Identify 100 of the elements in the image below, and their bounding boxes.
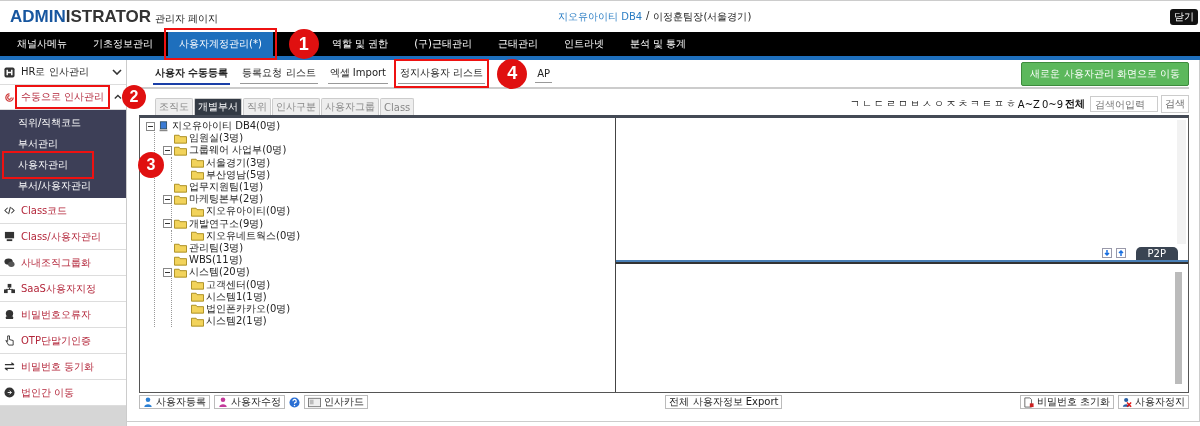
tree-node[interactable]: 고객센터(0명): [206, 278, 271, 291]
search-button[interactable]: 검색: [1161, 95, 1189, 113]
submenu-item[interactable]: 부서관리: [6, 133, 90, 154]
index-link[interactable]: ㅍ: [992, 97, 1005, 111]
export-button[interactable]: 전체 사용자정보 Export: [665, 395, 783, 409]
index-link[interactable]: ㄷ: [872, 97, 885, 111]
action-button[interactable]: 비밀번호 초기화: [1019, 395, 1114, 409]
tree-node[interactable]: 임원실(3명): [189, 132, 244, 145]
down-arrow-icon[interactable]: [1101, 248, 1112, 258]
index-link[interactable]: ㅈ: [944, 97, 957, 111]
callout-badge: 1: [288, 29, 319, 59]
tree-node[interactable]: 그룹웨어 사업부(0명): [189, 144, 287, 157]
index-link[interactable]: ㅇ: [932, 97, 945, 111]
index-link[interactable]: ㅅ: [920, 97, 933, 111]
user-icon: [218, 396, 228, 408]
sidebar-item[interactable]: 비밀번호 동기화: [19, 358, 97, 375]
tree-node[interactable]: 지오유아이티(0명): [206, 205, 291, 218]
index-link[interactable]: ㅌ: [980, 97, 993, 111]
collapse-icon[interactable]: [163, 194, 172, 204]
tree-node[interactable]: 개발연구소(9명): [189, 217, 264, 230]
sidebar-item[interactable]: HR로 인사관리: [19, 64, 91, 80]
view-tab[interactable]: 개별부서: [194, 98, 242, 115]
nav-tab[interactable]: 기초정보관리: [82, 32, 164, 56]
index-link[interactable]: 0~9: [1040, 98, 1064, 110]
pointing-hand-icon: [4, 335, 15, 346]
action-button[interactable]: 사용자등록: [139, 395, 210, 409]
index-link[interactable]: A~Z: [1016, 98, 1041, 110]
submenu-item[interactable]: 부서/사용자관리: [6, 175, 102, 196]
nav-tab[interactable]: 근태관리: [487, 32, 549, 56]
sidebar-item[interactable]: 법인간 이동: [19, 384, 77, 401]
tree-node[interactable]: 지오유네트웍스(0명): [206, 229, 301, 242]
monitor-icon: [4, 231, 15, 242]
sidebar-item[interactable]: Class코드: [19, 202, 70, 219]
company-link[interactable]: 지오유아이티 DB4: [558, 9, 643, 24]
folder-icon: [191, 303, 204, 315]
p2p-tab[interactable]: P2P: [1135, 247, 1178, 260]
separator: /: [646, 9, 650, 23]
sidebar-item[interactable]: 비밀번호오류자: [19, 306, 93, 323]
tree-node[interactable]: 법인폰카카오(0명): [206, 302, 291, 315]
callout-badge: 2: [122, 85, 146, 109]
nav-tab[interactable]: 역할 및 권한: [320, 32, 400, 56]
nav-tab[interactable]: (구)근태관리: [403, 32, 483, 56]
tree-node[interactable]: 시스템2(1명): [206, 315, 267, 328]
index-link[interactable]: ㄱ: [848, 97, 861, 111]
sidebar-item[interactable]: SaaS사용자지정: [19, 280, 98, 297]
nav-tab[interactable]: 인트라넷: [553, 32, 615, 56]
collapse-icon[interactable]: [163, 145, 172, 155]
index-link[interactable]: ㅊ: [956, 97, 969, 111]
tree-node[interactable]: 시스템(20명): [189, 266, 250, 279]
submenu-item[interactable]: 직위/직책코드: [6, 112, 92, 133]
swap-arrows-icon: [4, 361, 15, 372]
collapse-icon[interactable]: [146, 121, 155, 131]
index-link[interactable]: ㅁ: [896, 97, 909, 111]
collapse-icon[interactable]: [163, 267, 172, 277]
action-button[interactable]: 사용자정지: [1118, 395, 1189, 409]
sub-tab[interactable]: AP: [535, 64, 553, 83]
code-icon: [4, 205, 15, 216]
help-icon[interactable]: [289, 396, 300, 408]
tree-node[interactable]: 업무지원팀(1명): [189, 181, 264, 194]
sidebar-item[interactable]: OTP단말기인증: [19, 332, 93, 349]
index-link[interactable]: ㄴ: [860, 97, 873, 111]
tree-node[interactable]: WBS(11명): [189, 254, 243, 267]
user-icon: [143, 396, 153, 408]
tree-node[interactable]: 관리팀(3명): [189, 241, 244, 254]
sidebar-item[interactable]: Class/사용자관리: [19, 228, 103, 245]
index-link[interactable]: ㅋ: [968, 97, 981, 111]
tree-node[interactable]: 마케팅본부(2명): [189, 193, 264, 206]
folder-icon: [191, 169, 204, 181]
chevron-down-icon[interactable]: [112, 69, 122, 75]
user-name: 이정훈팀장(서울경기): [653, 9, 752, 24]
index-link[interactable]: ㅂ: [908, 97, 921, 111]
index-link[interactable]: ㅎ: [1004, 97, 1017, 111]
tree-node[interactable]: 서울경기(3명): [206, 156, 271, 169]
action-button[interactable]: 사용자수정: [214, 395, 285, 409]
sub-tab[interactable]: 등록요청 리스트: [240, 63, 318, 84]
chevron-up-icon[interactable]: [114, 94, 122, 100]
logo: ADMINISTRATOR: [10, 6, 152, 27]
tree-node[interactable]: 지오유아이티 DB4(0명): [172, 120, 281, 133]
nav-tab[interactable]: 채널사메뉴: [6, 32, 78, 56]
callout-badge: 3: [138, 151, 164, 178]
index-link[interactable]: 전체: [1064, 97, 1086, 111]
tree-node[interactable]: 시스템1(1명): [206, 290, 267, 303]
letter-h-icon: [4, 66, 15, 78]
chat-icon: [4, 257, 15, 268]
scrollbar[interactable]: [1175, 272, 1182, 384]
tree-node[interactable]: 부산영남(5명): [206, 168, 271, 181]
search-field[interactable]: 검색어입력: [1090, 96, 1158, 112]
collapse-icon[interactable]: [163, 219, 172, 229]
action-button[interactable]: 인사카드: [304, 395, 368, 409]
callout-badge: 4: [497, 58, 528, 89]
sidebar-item[interactable]: 사내조직그룹화: [19, 254, 93, 271]
folder-icon: [174, 242, 187, 254]
folder-icon: [174, 193, 187, 205]
person-icon: [4, 309, 15, 320]
sub-tab[interactable]: 사용자 수동등록: [153, 62, 231, 85]
close-button[interactable]: 닫기: [1170, 8, 1198, 25]
up-arrow-icon[interactable]: [1115, 248, 1126, 258]
sub-tab[interactable]: 엑셀 Import: [327, 63, 389, 84]
index-link[interactable]: ㄹ: [884, 97, 897, 111]
nav-tab[interactable]: 분석 및 통계: [619, 32, 698, 56]
